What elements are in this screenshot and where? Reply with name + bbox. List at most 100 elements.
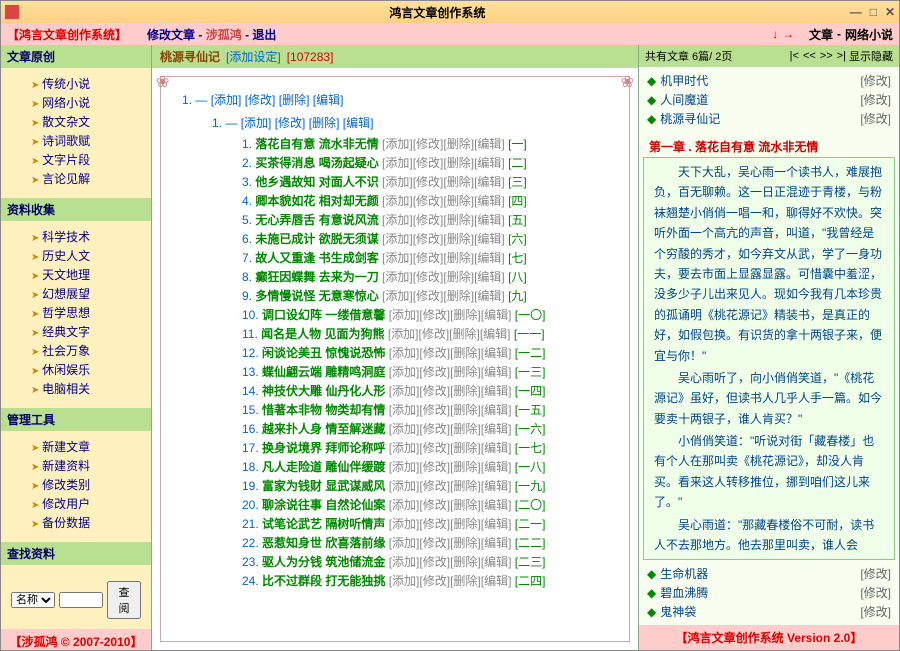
mod-link[interactable]: [修改]	[419, 384, 450, 398]
sidebar-item[interactable]: 历史人文	[31, 246, 147, 265]
edit-link[interactable]: [编辑]	[474, 213, 505, 227]
chapter-title[interactable]: 闲谈论美丑 惊愧说恐怖	[262, 346, 385, 360]
chapter-title[interactable]: 富家为钱财 显武谋威风	[262, 479, 385, 493]
sidebar-item[interactable]: 修改用户	[31, 494, 147, 513]
edit-link[interactable]: [编辑]	[474, 156, 505, 170]
chapter-title[interactable]: 神技伏大雕 仙丹化人形	[262, 384, 385, 398]
add-link[interactable]: [添加]	[389, 498, 420, 512]
mod-link[interactable]: [修改]	[419, 403, 450, 417]
edit-link[interactable]: [编辑]	[313, 93, 344, 107]
del-link[interactable]: [删除]	[279, 93, 310, 107]
mod-link[interactable]: [修改]	[419, 517, 450, 531]
del-link[interactable]: [删除]	[443, 156, 474, 170]
del-link[interactable]: [删除]	[450, 460, 481, 474]
del-link[interactable]: [删除]	[443, 213, 474, 227]
chapter-title[interactable]: 凡人走险道 雕仙伴缓踱	[262, 460, 385, 474]
author-link[interactable]: 涉孤鸿	[206, 28, 242, 42]
add-link[interactable]: [添加]	[382, 270, 413, 284]
article-link[interactable]: 人间魔道	[660, 91, 708, 108]
chapter-title[interactable]: 驱人为分钱 筑池储流金	[262, 555, 385, 569]
sidebar-item[interactable]: 言论见解	[31, 169, 147, 188]
chapter-title[interactable]: 闻名是人物 见面为狗熊	[261, 327, 384, 341]
add-link[interactable]: [添加]	[382, 232, 413, 246]
mod-link[interactable]: [修改]	[860, 603, 891, 620]
sidebar-item[interactable]: 网络小说	[31, 93, 147, 112]
del-link[interactable]: [删除]	[309, 116, 340, 130]
article-link[interactable]: 鬼神袋	[660, 603, 696, 620]
sidebar-item[interactable]: 社会万象	[31, 341, 147, 360]
chapter-title[interactable]: 癫狂因蝶舞 去来为一刀	[255, 270, 378, 284]
del-link[interactable]: [删除]	[450, 555, 481, 569]
edit-link[interactable]: [编辑]	[474, 137, 505, 151]
mod-link[interactable]: [修改]	[419, 498, 450, 512]
edit-link[interactable]: [编辑]	[481, 574, 512, 588]
pager-button[interactable]: >>	[820, 50, 833, 62]
add-link[interactable]: [添加]	[388, 327, 419, 341]
add-link[interactable]: [添加]	[382, 251, 413, 265]
mod-link[interactable]: [修改]	[413, 289, 444, 303]
sidebar-item[interactable]: 科学技术	[31, 227, 147, 246]
edit-link[interactable]: [编辑]	[481, 308, 512, 322]
mod-link[interactable]: [修改]	[245, 93, 276, 107]
edit-link[interactable]: [编辑]	[481, 517, 512, 531]
edit-link[interactable]: [编辑]	[481, 403, 512, 417]
pager-button[interactable]: <<	[803, 50, 816, 62]
sidebar-item[interactable]: 传统小说	[31, 74, 147, 93]
edit-article-link[interactable]: 修改文章	[147, 28, 195, 42]
del-link[interactable]: [删除]	[443, 251, 474, 265]
add-link[interactable]: [添加]	[389, 574, 420, 588]
add-link[interactable]: [添加]	[382, 175, 413, 189]
add-link[interactable]: [添加]	[382, 137, 413, 151]
add-link[interactable]: [添加]	[389, 441, 420, 455]
del-link[interactable]: [删除]	[443, 270, 474, 284]
edit-link[interactable]: [编辑]	[481, 479, 512, 493]
edit-link[interactable]: [编辑]	[474, 194, 505, 208]
del-link[interactable]: [删除]	[450, 498, 481, 512]
add-link[interactable]: [添加]	[389, 346, 420, 360]
edit-link[interactable]: [编辑]	[474, 270, 505, 284]
mod-link[interactable]: [修改]	[860, 91, 891, 108]
chapter-title[interactable]: 越来扑人身 情至解迷藏	[262, 422, 385, 436]
exit-link[interactable]: 退出	[252, 28, 276, 42]
add-link[interactable]: [添加]	[389, 365, 420, 379]
del-link[interactable]: [删除]	[450, 384, 481, 398]
del-link[interactable]: [删除]	[443, 175, 474, 189]
pager-button[interactable]: >|	[837, 50, 846, 62]
mod-link[interactable]: [修改]	[413, 156, 444, 170]
edit-link[interactable]: [编辑]	[481, 441, 512, 455]
close-button[interactable]: ✕	[885, 5, 895, 19]
add-link[interactable]: [添加]	[389, 536, 420, 550]
article-link[interactable]: 桃源寻仙记	[660, 110, 720, 127]
edit-link[interactable]: [编辑]	[481, 422, 512, 436]
edit-link[interactable]: [编辑]	[474, 251, 505, 265]
sidebar-item[interactable]: 诗词歌赋	[31, 131, 147, 150]
sidebar-item[interactable]: 新建文章	[31, 437, 147, 456]
add-link[interactable]: [添加]	[382, 289, 413, 303]
edit-link[interactable]: [编辑]	[474, 289, 505, 303]
add-link[interactable]: [添加]	[389, 460, 420, 474]
add-link[interactable]: [添加]	[389, 555, 420, 569]
toggle-visibility[interactable]: 显示隐藏	[849, 48, 893, 64]
edit-link[interactable]: [编辑]	[474, 175, 505, 189]
del-link[interactable]: [删除]	[450, 422, 481, 436]
chapter-title[interactable]: 惜著本非物 物类却有情	[262, 403, 385, 417]
add-link[interactable]: [添加]	[382, 194, 413, 208]
maximize-button[interactable]: □	[870, 5, 877, 19]
pager-button[interactable]: |<	[790, 50, 799, 62]
article-link[interactable]: 生命机器	[660, 565, 708, 582]
add-link[interactable]: [添加]	[382, 213, 413, 227]
sidebar-item[interactable]: 修改类别	[31, 475, 147, 494]
mod-link[interactable]: [修改]	[413, 232, 444, 246]
edit-link[interactable]: [编辑]	[481, 536, 512, 550]
chapter-title[interactable]: 调口设幻阵 一缕借意馨	[262, 308, 385, 322]
edit-link[interactable]: [编辑]	[480, 327, 511, 341]
mod-link[interactable]: [修改]	[275, 116, 306, 130]
sidebar-item[interactable]: 散文杂文	[31, 112, 147, 131]
search-input[interactable]	[59, 592, 103, 608]
chapter-title[interactable]: 试笔论武艺 隔树听情声	[262, 517, 385, 531]
minimize-button[interactable]: —	[850, 5, 862, 19]
edit-link[interactable]: [编辑]	[481, 384, 512, 398]
chapter-title[interactable]: 无心弄唇舌 有意说风流	[255, 213, 378, 227]
del-link[interactable]: [删除]	[443, 232, 474, 246]
sidebar-item[interactable]: 休闲娱乐	[31, 360, 147, 379]
